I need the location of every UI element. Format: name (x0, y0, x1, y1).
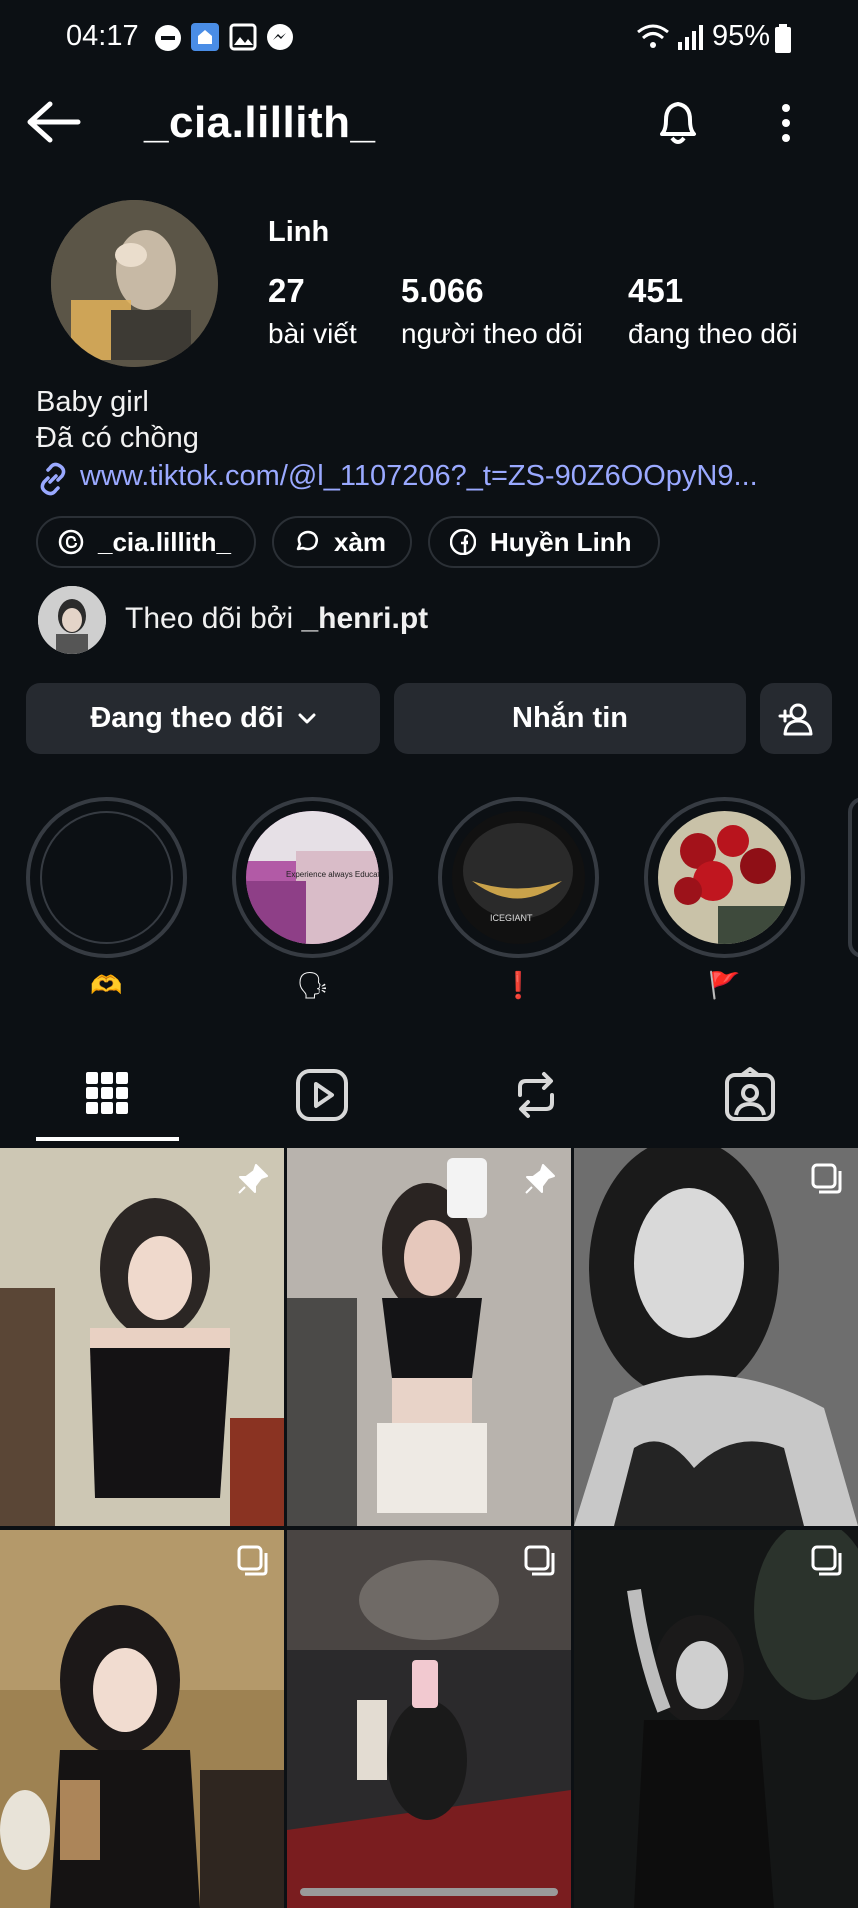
highlight-cover: Experience always Educate (246, 811, 379, 944)
chat-chip-label: xàm (334, 526, 387, 557)
threads-icon (58, 529, 84, 555)
highlight[interactable]: Experience always Educate (232, 797, 393, 958)
chat-icon (294, 529, 320, 555)
threads-chip[interactable]: _cia.lillith_ (36, 516, 256, 568)
multiple-photos-icon (524, 1545, 555, 1576)
avatar-photo (51, 200, 218, 367)
following-count: 451 (628, 272, 684, 309)
status-bar: 04:17 95% (0, 0, 858, 74)
notification-bell-icon[interactable] (654, 96, 702, 148)
back-arrow-icon[interactable] (26, 100, 82, 144)
facebook-chip[interactable]: Huyền Linh (428, 516, 660, 568)
bio-link[interactable]: www.tiktok.com/@l_1107206?_t=ZS-90Z6OOpy… (80, 460, 758, 493)
followed-by-prefix: Theo dõi bởi (125, 602, 302, 635)
link-icon (40, 462, 66, 496)
bio-line: Baby girl (36, 386, 149, 418)
post-thumbnail[interactable] (574, 1148, 858, 1526)
pinned-icon (525, 1164, 555, 1194)
add-person-icon (778, 703, 813, 735)
following-label: đang theo dõi (628, 318, 798, 349)
dnd-icon (155, 25, 181, 51)
message-button-label: Nhắn tin (512, 702, 628, 734)
highlight-image-caption: Experience always Educate (286, 870, 379, 879)
message-button[interactable]: Nhắn tin (394, 683, 746, 754)
chevron-down-icon (298, 713, 316, 723)
gallery-icon (229, 23, 257, 51)
signal-icon (678, 25, 703, 50)
reposts-icon[interactable] (506, 1065, 566, 1125)
status-time: 04:17 (66, 20, 139, 52)
active-tab-indicator (36, 1137, 179, 1141)
followers-stat[interactable]: 5.066 người theo dõi (401, 272, 583, 350)
profile-username: _cia.lillith_ (144, 98, 376, 147)
post-thumbnail[interactable] (0, 1530, 284, 1908)
chat-chip[interactable]: xàm (272, 516, 412, 568)
post-thumbnail[interactable] (0, 1148, 284, 1526)
highlight-label: 🚩 (708, 970, 741, 1000)
highlight-cover (658, 811, 791, 944)
gesture-home-bar[interactable] (300, 1888, 558, 1896)
followed-by-text[interactable]: Theo dõi bởi _henri.pt (125, 602, 428, 636)
highlight[interactable] (26, 797, 187, 958)
profile-avatar[interactable] (51, 200, 218, 367)
suggest-people-button[interactable] (760, 683, 832, 754)
multiple-photos-icon (811, 1163, 842, 1194)
post-thumbnail[interactable] (287, 1148, 571, 1526)
followers-count: 5.066 (401, 272, 484, 309)
following-button-label: Đang theo dõi (90, 702, 284, 734)
followers-label: người theo dõi (401, 318, 583, 349)
more-options-icon[interactable] (776, 102, 796, 146)
followed-by-user: _henri.pt (301, 602, 429, 635)
multiple-photos-icon (237, 1545, 268, 1576)
tagged-icon[interactable] (720, 1065, 780, 1125)
highlight-label: 🗣 (295, 970, 329, 1000)
highlight-cover (40, 811, 173, 944)
highlight-cover: ICEGIANT (452, 811, 585, 944)
battery-icon (775, 24, 791, 53)
highlight-label: 🫶 (90, 970, 123, 1000)
home-notification-icon (191, 23, 219, 51)
post-thumbnail[interactable] (287, 1530, 571, 1908)
pinned-icon (238, 1164, 268, 1194)
battery-percent: 95% (712, 20, 771, 52)
mutual-follower-avatar[interactable] (38, 586, 106, 654)
highlight-image-caption: ICEGIANT (490, 913, 533, 923)
highlight[interactable]: ICEGIANT (438, 797, 599, 958)
multiple-photos-icon (811, 1545, 842, 1576)
messenger-icon (267, 24, 293, 50)
posts-stat[interactable]: 27 bài viết (268, 272, 357, 350)
highlight-label: ❗ (502, 970, 535, 1000)
posts-count: 27 (268, 272, 305, 309)
threads-chip-label: _cia.lillith_ (98, 526, 231, 557)
facebook-chip-label: Huyền Linh (490, 526, 632, 557)
reels-icon[interactable] (292, 1065, 352, 1125)
wifi-icon (637, 24, 669, 48)
bio-line: Đã có chồng (36, 422, 199, 454)
post-thumbnail[interactable] (574, 1530, 858, 1908)
facebook-icon (450, 529, 476, 555)
grid-icon[interactable] (77, 1065, 137, 1125)
following-button[interactable]: Đang theo dõi (26, 683, 380, 754)
posts-label: bài viết (268, 318, 357, 349)
following-stat[interactable]: 451 đang theo dõi (628, 272, 798, 350)
highlight[interactable] (644, 797, 805, 958)
display-name: Linh (268, 216, 330, 248)
highlight-partial[interactable] (848, 797, 858, 958)
